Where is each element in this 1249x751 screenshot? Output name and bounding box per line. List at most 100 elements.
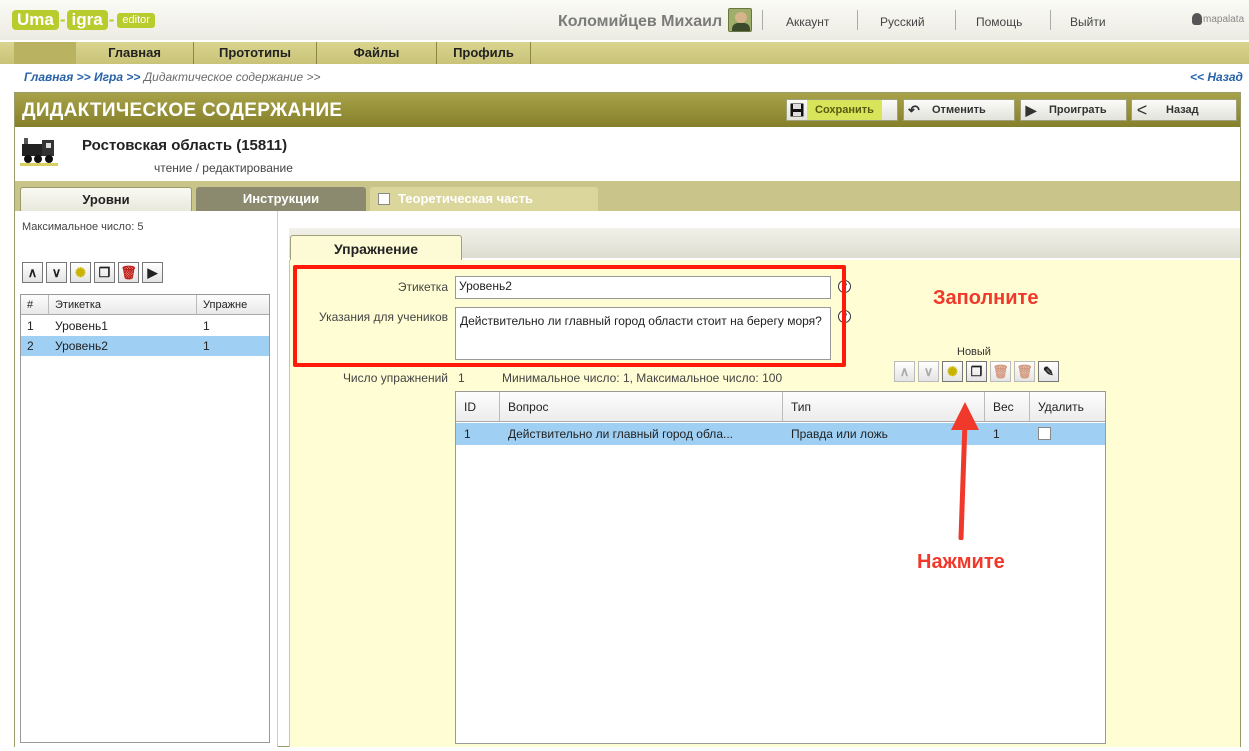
tab-theory[interactable]: Теоретическая часть [370, 187, 598, 211]
account-link[interactable]: Аккаунт [786, 15, 829, 29]
avatar-body [732, 23, 750, 31]
edit-exercise-button[interactable]: ✎ [1038, 361, 1059, 382]
row-label: Уровень2 [55, 339, 108, 353]
back-label: Назад [1166, 104, 1199, 116]
page-title: ДИДАКТИЧЕСКОЕ СОДЕРЖАНИЕ [22, 100, 343, 121]
chevron-up-icon: ∧ [27, 264, 38, 280]
exercise-count-value: 1 [458, 371, 465, 385]
delete-checkbox[interactable] [1038, 427, 1051, 440]
breadcrumb-current: Дидактическое содержание >> [143, 70, 321, 84]
language-link[interactable]: Русский [880, 15, 925, 29]
exercises-table: ID Вопрос Тип Вес Удалить 1 Действительн… [455, 391, 1106, 744]
trash-icon: 🗑 [120, 264, 137, 280]
click-annotation: Нажмите [917, 551, 1005, 573]
copy-exercise-button[interactable]: ❐ [966, 361, 987, 382]
divider [762, 10, 763, 30]
logo-dash: - [59, 10, 66, 29]
delete-level-button[interactable]: 🗑 [118, 262, 139, 283]
logo-dash: - [108, 10, 115, 29]
sparkle-icon: ✺ [947, 363, 958, 379]
levels-toolbar: ∧ ∨ ✺ ❐ 🗑 ▶ [22, 262, 166, 284]
fill-annotation: Заполните [933, 287, 1039, 309]
table-row[interactable]: 1 Уровень1 1 [21, 316, 269, 336]
game-mode: чтение / редактирование [154, 161, 293, 175]
play-level-button[interactable]: ▶ [142, 262, 163, 283]
column-header[interactable]: Вопрос [500, 392, 783, 421]
logout-link[interactable]: Выйти [1070, 15, 1106, 29]
nav-prototypes[interactable]: Прототипы [194, 42, 317, 64]
divider [857, 10, 858, 30]
column-header[interactable]: ID [456, 392, 500, 421]
copy-icon: ❐ [970, 363, 983, 379]
column-header[interactable]: Этикетка [49, 295, 197, 315]
tab-exercise[interactable]: Упражнение [290, 235, 462, 261]
breadcrumb-home[interactable]: Главная >> [24, 70, 91, 84]
tab-theory-label: Теоретическая часть [398, 191, 533, 206]
mapalata-logo[interactable]: mapalata [1192, 13, 1244, 25]
column-header[interactable]: Вес [985, 392, 1030, 421]
back-link[interactable]: << Назад [1190, 70, 1243, 84]
restore-exercise-button[interactable]: 🗑 [1014, 361, 1035, 382]
game-title: Ростовская область (15811) [82, 137, 288, 154]
chevron-down-icon: ∨ [51, 264, 62, 280]
row-count: 1 [203, 319, 210, 333]
chevron-left-icon: < [1136, 99, 1148, 120]
logo-igra: igra [66, 10, 108, 30]
play-button[interactable]: ▶ Проиграть [1020, 99, 1127, 121]
levels-table: # Этикетка Упражне 1 Уровень1 1 2 Уровен… [20, 294, 270, 743]
play-icon: ▶ [1025, 101, 1037, 118]
undo-icon: ↶ [908, 101, 920, 118]
divider [1050, 10, 1051, 30]
breadcrumb: Главная >> Игра >> Дидактическое содержа… [24, 70, 320, 84]
sparkle-icon: ✺ [75, 264, 86, 280]
move-up-button[interactable]: ∧ [894, 361, 915, 382]
row-delete-cell [1030, 423, 1104, 445]
table-header: ID Вопрос Тип Вес Удалить [456, 392, 1105, 422]
mapalata-label: mapalata [1203, 13, 1245, 25]
cancel-label: Отменить [932, 104, 986, 116]
move-down-button[interactable]: ∨ [46, 262, 67, 283]
tab-instructions[interactable]: Инструкции [196, 187, 366, 211]
row-number: 1 [27, 319, 34, 333]
column-header[interactable]: # [21, 295, 49, 315]
exercise-limits: Минимальное число: 1, Максимальное число… [502, 371, 783, 385]
nav-files[interactable]: Файлы [317, 42, 437, 64]
back-button[interactable]: < Назад [1131, 99, 1237, 121]
new-exercise-button[interactable]: ✺ [942, 361, 963, 382]
column-header[interactable]: Упражне [197, 295, 269, 315]
save-button[interactable]: Сохранить [786, 99, 898, 121]
table-header: # Этикетка Упражне [21, 295, 269, 315]
row-count: 1 [203, 339, 210, 353]
row-number: 2 [27, 339, 34, 353]
umaigra-logo[interactable]: Uma - igra - editor [12, 9, 155, 31]
breadcrumb-game[interactable]: Игра >> [94, 70, 140, 84]
table-row-selected[interactable]: 2 Уровень2 1 [21, 336, 269, 356]
mouse-icon [1192, 13, 1202, 25]
logo-editor: editor [117, 12, 155, 28]
tab-levels[interactable]: Уровни [20, 187, 192, 211]
new-level-button[interactable]: ✺ [70, 262, 91, 283]
table-row-selected[interactable]: 1 Действительно ли главный город обла...… [456, 423, 1105, 445]
move-up-button[interactable]: ∧ [22, 262, 43, 283]
copy-level-button[interactable]: ❐ [94, 262, 115, 283]
divider [955, 10, 956, 30]
save-label: Сохранить [807, 100, 882, 120]
avatar[interactable] [728, 8, 752, 32]
trash-restore-icon: 🗑 [1016, 363, 1033, 379]
copy-icon: ❐ [98, 264, 111, 280]
avatar-face [735, 12, 747, 23]
nav-profile[interactable]: Профиль [437, 42, 531, 64]
cancel-button[interactable]: ↶ Отменить [903, 99, 1015, 121]
nav-home[interactable]: Главная [76, 42, 194, 64]
floppy-icon [787, 100, 807, 120]
theory-checkbox[interactable] [378, 193, 390, 205]
move-down-button[interactable]: ∨ [918, 361, 939, 382]
row-question: Действительно ли главный город обла... [508, 427, 733, 441]
logo-uma: Uma [12, 10, 59, 30]
help-link[interactable]: Помощь [976, 15, 1022, 29]
exercise-toolbar: ∧ ∨ ✺ ❐ 🗑 🗑 ✎ [894, 361, 1062, 383]
column-header[interactable]: Удалить [1030, 392, 1104, 421]
highlight-box [293, 265, 846, 367]
user-name: Коломийцев Михаил [558, 13, 723, 30]
delete-exercise-button[interactable]: 🗑 [990, 361, 1011, 382]
